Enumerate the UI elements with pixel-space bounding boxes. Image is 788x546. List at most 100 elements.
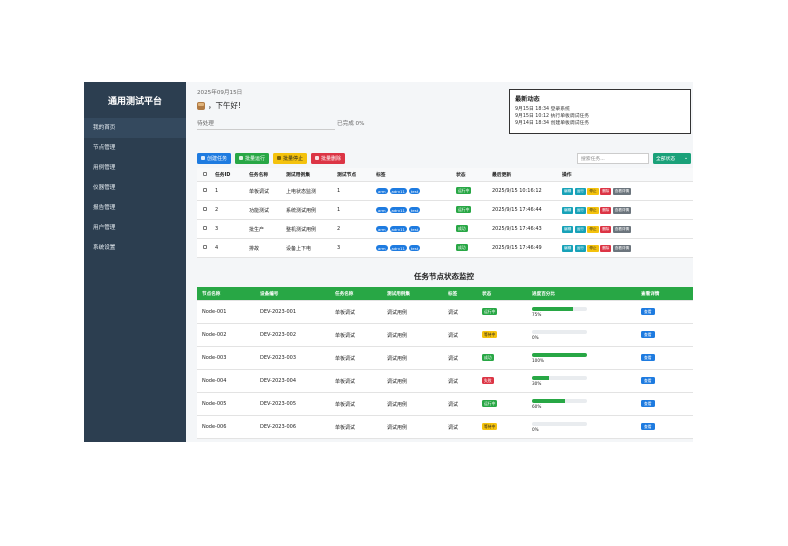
task-tags: arm adrv11 test [376, 226, 456, 232]
run-button[interactable]: 运行 [574, 244, 586, 252]
task-name: 功能测试 [249, 207, 270, 214]
task-suite: 上电状态监测 [286, 188, 317, 195]
node-suite: 调试用例 [387, 378, 408, 385]
column-header: 测试用例集 [286, 173, 310, 178]
device-id: DEV-2023-001 [260, 309, 297, 315]
task-search-input[interactable]: 搜索任务... [577, 152, 649, 164]
row-checkbox[interactable] [203, 226, 207, 230]
batch-run-button[interactable]: 批量运行 [235, 152, 270, 164]
row-select-cell [197, 188, 215, 194]
run-button[interactable]: 运行 [574, 187, 586, 195]
run-button[interactable]: 运行 [574, 206, 586, 214]
node-task-name: 单板调试 [335, 424, 356, 431]
row-checkbox[interactable] [203, 188, 207, 192]
node-status-cell: 等待中 [482, 331, 532, 338]
task-actions: 编辑 运行 停止 删除 查看详情 [562, 225, 693, 233]
delete-button[interactable]: 删除 [600, 187, 612, 195]
column-header: 任务名称 [249, 173, 269, 178]
sidebar-item[interactable]: 系统设置 [84, 238, 186, 258]
progress-cell: 30% [532, 376, 641, 386]
details-button[interactable]: 查看详情 [612, 187, 632, 195]
row-checkbox[interactable] [203, 207, 207, 211]
node-tag: 调试 [448, 401, 459, 408]
row-select-cell [197, 226, 215, 232]
batch-stop-button[interactable]: 批量停止 [273, 152, 308, 164]
pending-label: 待处理 [197, 119, 335, 130]
sidebar: 通用测试平台 我的首页 节点管理 用例管理 仪器管理 报告管理 用户管理 系统设置 [84, 82, 186, 442]
details-button[interactable]: 查看详情 [612, 206, 632, 214]
plus-icon [201, 156, 205, 160]
node-section-title: 任务节点状态监控 [414, 272, 474, 281]
node-task-name: 单板调试 [335, 401, 356, 408]
status-filter-select[interactable]: 全部状态 ⌄ [653, 152, 691, 164]
sidebar-item[interactable]: 用例管理 [84, 158, 186, 178]
view-cell: 查看 [641, 423, 693, 430]
details-button[interactable]: 查看详情 [612, 225, 632, 233]
progress-text: 0% [532, 335, 539, 340]
edit-button[interactable]: 编辑 [562, 225, 574, 233]
view-cell: 查看 [641, 354, 693, 361]
tag-badge: arm [376, 207, 388, 213]
row-select-cell [197, 245, 215, 251]
sidebar-item[interactable]: 仪器管理 [84, 178, 186, 198]
view-details-button[interactable]: 查看 [641, 354, 655, 361]
task-id: 3 [215, 226, 219, 232]
stop-button[interactable]: 停止 [587, 225, 599, 233]
delete-button[interactable]: 删除 [600, 244, 612, 252]
task-name: 排故 [249, 245, 260, 252]
view-details-button[interactable]: 查看 [641, 308, 655, 315]
row-checkbox[interactable] [203, 245, 207, 249]
edit-button[interactable]: 编辑 [562, 206, 574, 214]
progress-bar [532, 376, 587, 380]
news-item: 9月14日 18:34 创建单板调试任务 [515, 121, 589, 126]
view-details-button[interactable]: 查看 [641, 423, 655, 430]
edit-button[interactable]: 编辑 [562, 244, 574, 252]
sidebar-item[interactable]: 节点管理 [84, 138, 186, 158]
progress-text: 0% [532, 427, 539, 432]
task-actions: 编辑 运行 停止 删除 查看详情 [562, 187, 693, 195]
view-details-button[interactable]: 查看 [641, 331, 655, 338]
column-header: 最后更新 [492, 173, 512, 178]
status-badge: 等待中 [482, 331, 498, 338]
node-name: Node-002 [202, 332, 227, 338]
node-name: Node-006 [202, 424, 227, 430]
node-tag: 调试 [448, 309, 459, 316]
task-row: 2 功能测试 系统测试用例 1 arm adrv11 test 运行中 2025/9/15 17… [197, 201, 693, 220]
node-suite: 调试用例 [387, 424, 408, 431]
stop-button[interactable]: 停止 [587, 187, 599, 195]
edit-button[interactable]: 编辑 [562, 187, 574, 195]
batch-delete-button[interactable]: 批量删除 [311, 152, 346, 164]
details-button[interactable]: 查看详情 [612, 244, 632, 252]
progress-bar [532, 330, 587, 334]
main-content: 2025年09月15日 ，下午好! 待处理 已完成 0% 最新动态 9月15日 … [186, 82, 693, 442]
progress-text: 60% [532, 404, 542, 409]
column-header: 节点名称 [202, 291, 221, 297]
run-button[interactable]: 运行 [574, 225, 586, 233]
brand-title: 通用测试平台 [107, 96, 162, 107]
view-details-button[interactable]: 查看 [641, 377, 655, 384]
create-task-button[interactable]: 创建任务 [197, 152, 232, 164]
sidebar-item[interactable]: 用户管理 [84, 218, 186, 238]
stop-button[interactable]: 停止 [587, 244, 599, 252]
news-item: 9月15日 10:12 执行单板调试任务 [515, 114, 589, 119]
chevron-down-icon: ⌄ [683, 155, 688, 161]
sidebar-item[interactable]: 我的首页 [84, 118, 186, 138]
column-header: 操作 [562, 173, 572, 178]
news-item: 9月15日 18:34 登录系统 [515, 107, 570, 112]
progress-bar [532, 399, 587, 403]
task-status-cell: 运行中 [456, 187, 492, 194]
view-details-button[interactable]: 查看 [641, 400, 655, 407]
status-badge: 失败 [482, 377, 494, 384]
node-status-cell: 等待中 [482, 423, 532, 430]
status-badge: 运行中 [482, 308, 498, 315]
delete-button[interactable]: 删除 [600, 206, 612, 214]
column-header: 设备编号 [260, 291, 279, 297]
stop-button[interactable]: 停止 [587, 206, 599, 214]
sidebar-item[interactable]: 报告管理 [84, 198, 186, 218]
tag-badge: test [408, 207, 421, 213]
delete-button[interactable]: 删除 [600, 225, 612, 233]
status-badge: 成功 [456, 225, 468, 232]
device-id: DEV-2023-002 [260, 332, 297, 338]
select-all-checkbox[interactable] [203, 171, 207, 176]
node-row: Node-001 DEV-2023-001 单板调试 调试用例 调试 运行中 75% 查看 [197, 301, 693, 324]
